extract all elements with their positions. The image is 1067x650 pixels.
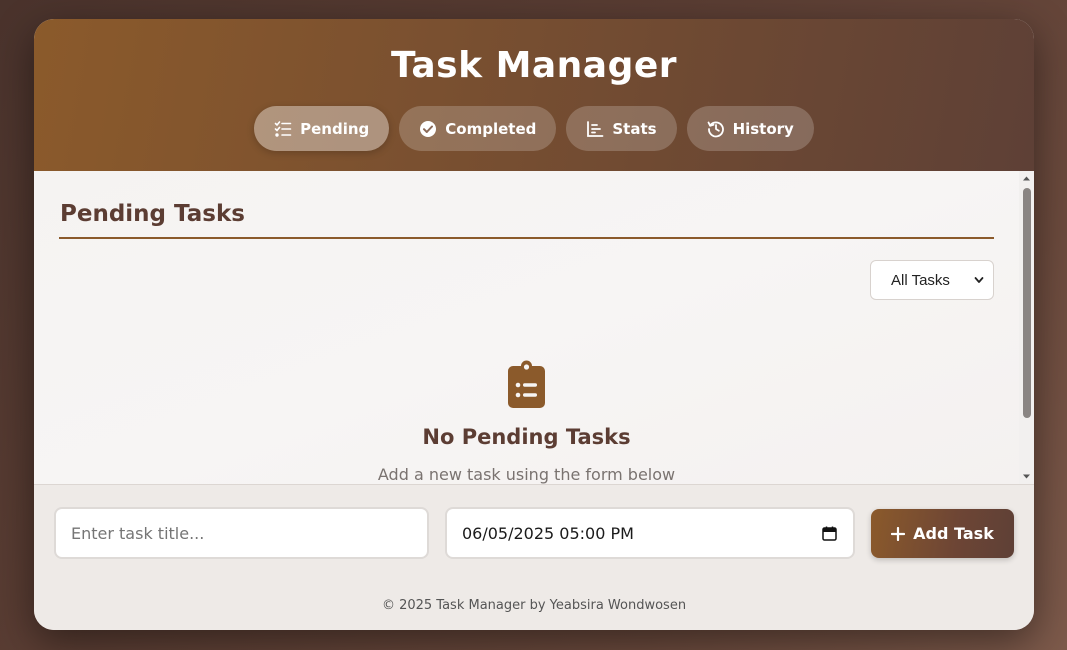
history-icon xyxy=(707,120,725,138)
check-circle-icon xyxy=(419,120,437,138)
empty-state-title: No Pending Tasks xyxy=(422,425,631,449)
calendar-icon[interactable] xyxy=(822,526,837,541)
footer-credit: © 2025 Task Manager by Yeabsira Wondwose… xyxy=(381,598,687,613)
app-title: Task Manager xyxy=(390,45,678,86)
chevron-down-icon xyxy=(974,277,984,283)
add-task-form: Enter task title... 06/05/2025 05:00 PM … xyxy=(34,484,1034,630)
add-task-button[interactable]: Add Task xyxy=(871,509,1014,558)
scrollbar-thumb[interactable] xyxy=(1023,188,1031,418)
section-title: Pending Tasks xyxy=(60,201,245,227)
list-check-icon xyxy=(274,120,292,138)
tab-pending-label: Pending xyxy=(300,119,370,138)
tab-stats[interactable]: Stats xyxy=(566,106,677,151)
tab-history-label: History xyxy=(732,119,794,138)
task-title-placeholder: Enter task title... xyxy=(71,523,205,543)
due-date-value: 06/05/2025 05:00 PM xyxy=(462,523,634,543)
header: Task Manager Pending Completed Stats His… xyxy=(34,19,1034,171)
tab-history[interactable]: History xyxy=(686,106,814,151)
tab-bar: Pending Completed Stats History xyxy=(34,106,1034,151)
task-title-input[interactable]: Enter task title... xyxy=(54,507,429,559)
content-scrollbar[interactable] xyxy=(1019,171,1034,484)
empty-state-subtitle: Add a new task using the form below xyxy=(377,465,676,484)
filter-selected-value: All Tasks xyxy=(891,271,950,289)
tab-completed-label: Completed xyxy=(445,119,537,138)
tab-completed[interactable]: Completed xyxy=(399,106,557,151)
scroll-up-arrow-icon[interactable] xyxy=(1022,174,1031,183)
scroll-down-arrow-icon[interactable] xyxy=(1022,472,1031,481)
clipboard-list-icon xyxy=(508,360,545,408)
task-list-panel[interactable]: Pending Tasks All Tasks No Pending Tasks… xyxy=(34,171,1034,484)
section-divider xyxy=(59,237,994,239)
tab-stats-label: Stats xyxy=(612,119,657,138)
bar-chart-icon xyxy=(586,120,604,138)
app-window: Task Manager Pending Completed Stats His… xyxy=(34,19,1034,630)
task-filter-select[interactable]: All Tasks xyxy=(870,260,994,300)
tab-pending[interactable]: Pending xyxy=(254,106,390,151)
due-date-input[interactable]: 06/05/2025 05:00 PM xyxy=(445,507,855,559)
plus-icon xyxy=(891,526,906,541)
add-task-label: Add Task xyxy=(913,524,994,543)
